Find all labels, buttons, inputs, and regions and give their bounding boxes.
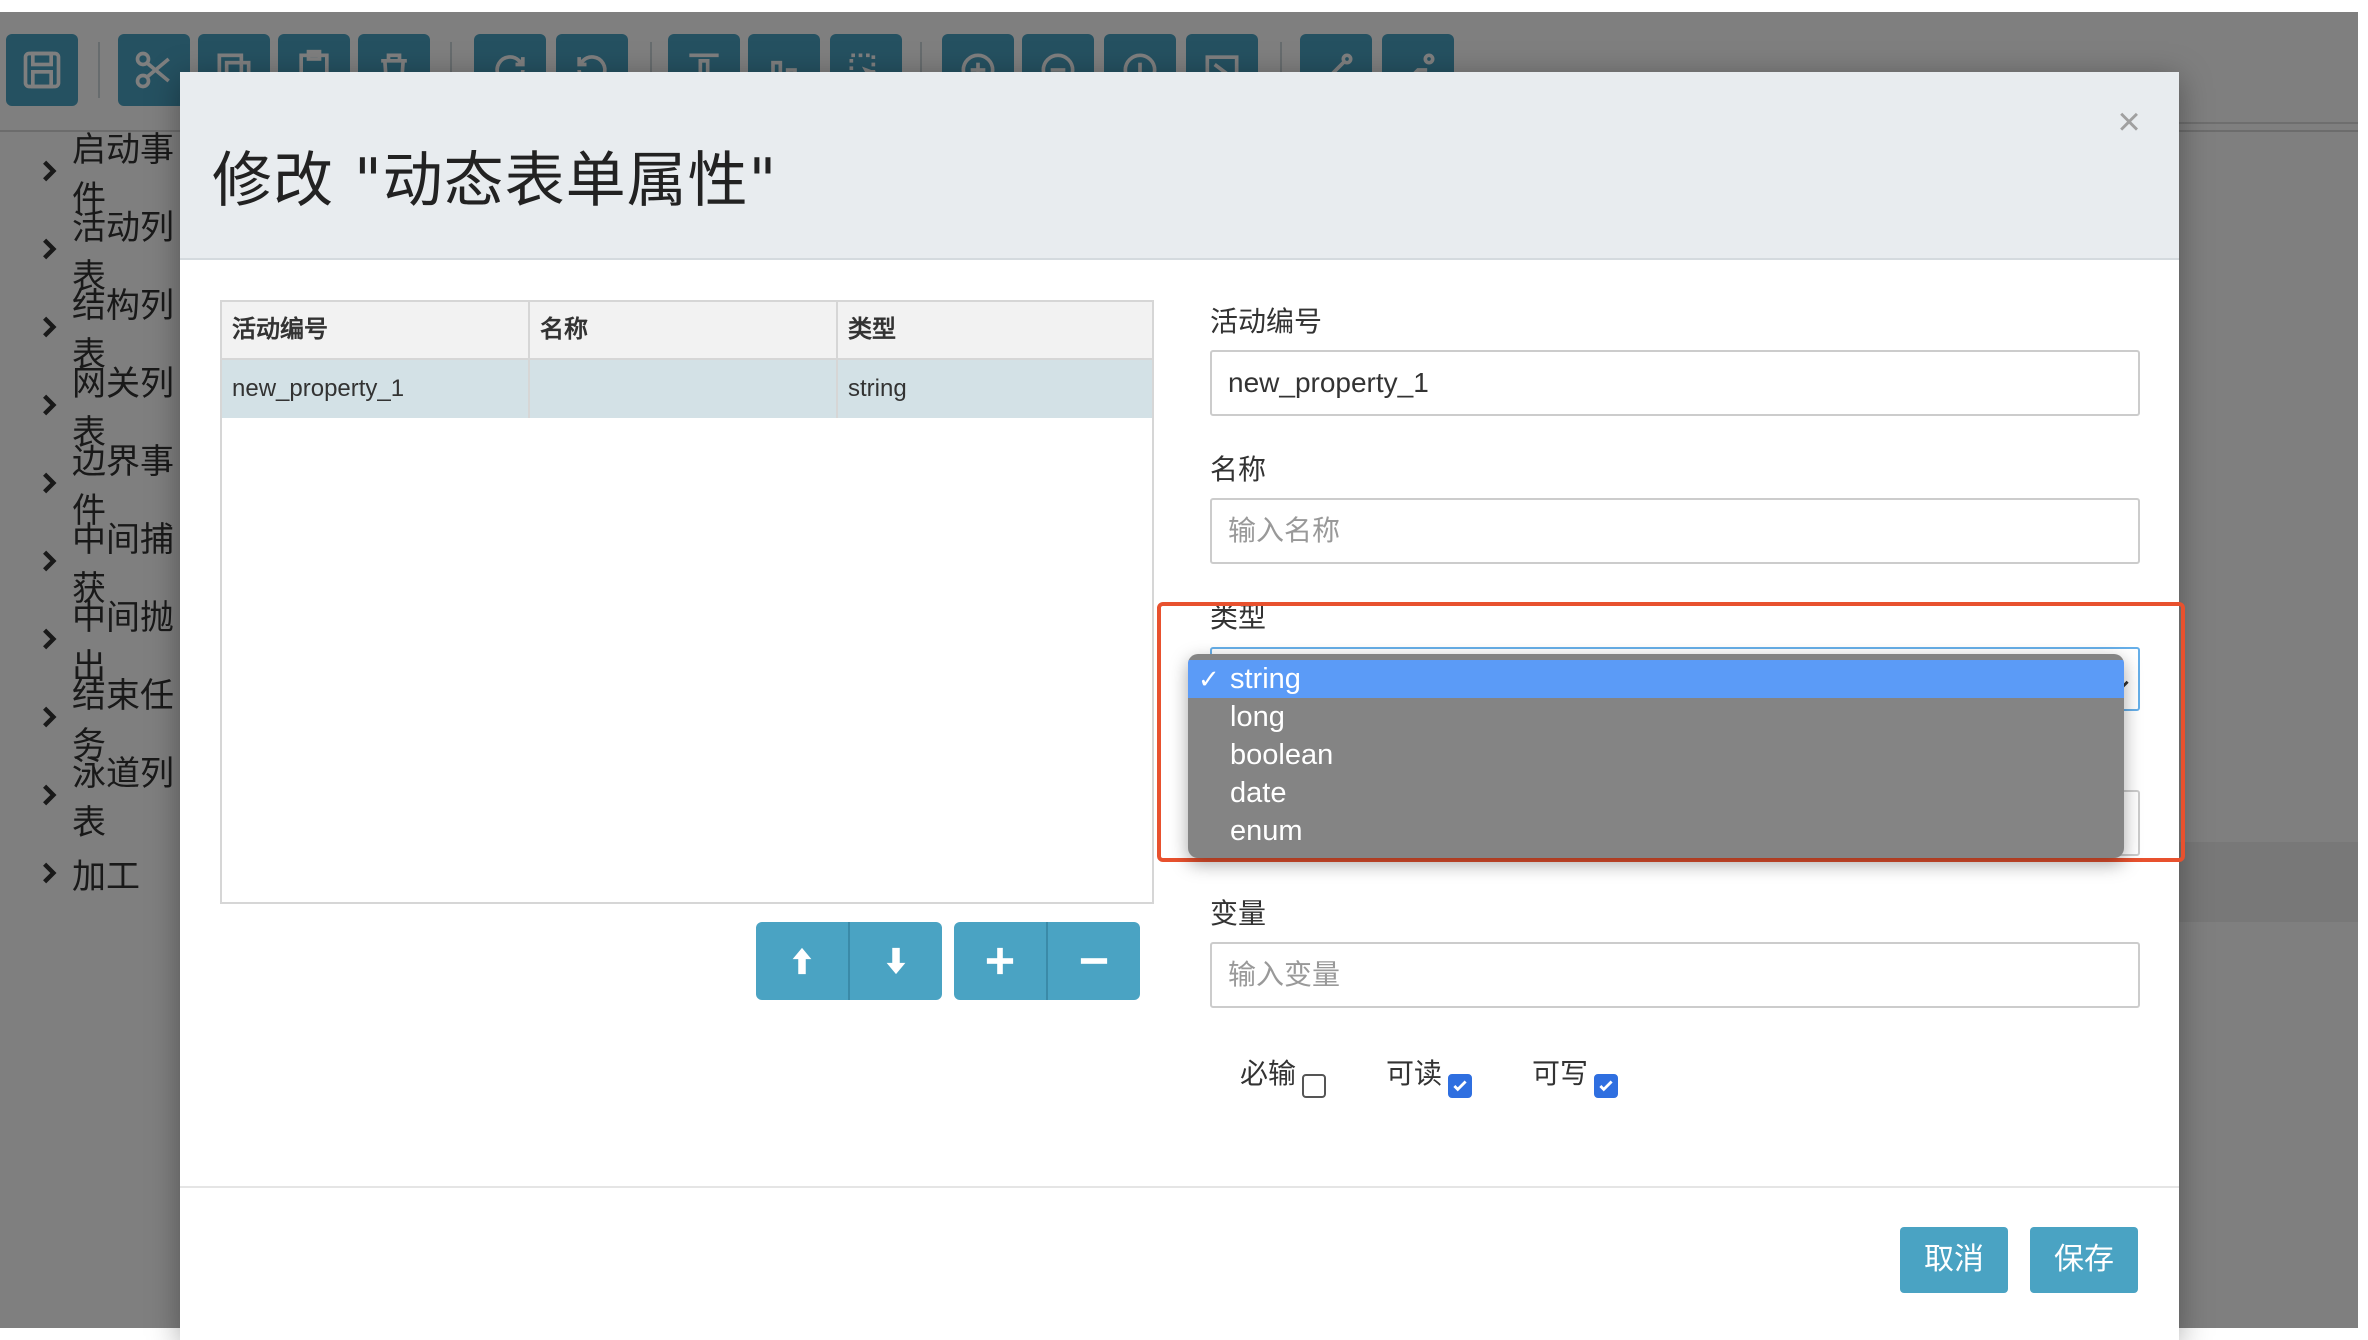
variable-label: 变量 — [1210, 898, 1267, 929]
variable-field[interactable] — [1210, 942, 2140, 1008]
column-header-type[interactable]: 类型 — [838, 302, 1148, 358]
required-label: 必输 — [1240, 1058, 1297, 1089]
writable-option[interactable]: 可写 — [1532, 1052, 1619, 1098]
name-field[interactable] — [1210, 498, 2140, 564]
move-up-button[interactable] — [756, 922, 850, 1000]
options-checkboxes: 必输 可读 可写 — [1240, 1052, 1678, 1098]
arrow-down-icon — [886, 947, 906, 975]
readable-label: 可读 — [1386, 1058, 1443, 1089]
readable-checkbox[interactable] — [1448, 1074, 1473, 1098]
close-icon[interactable]: × — [2109, 102, 2149, 142]
type-option-date[interactable]: date — [1188, 774, 2124, 812]
properties-table: 活动编号 名称 类型 new_property_1 string — [220, 300, 1154, 904]
dialog-header: 修改 "动态表单属性" × — [180, 72, 2179, 260]
dialog-footer-divider — [180, 1186, 2179, 1188]
required-checkbox[interactable] — [1302, 1074, 1327, 1098]
table-row[interactable]: new_property_1 string — [222, 360, 1152, 418]
name-label: 名称 — [1210, 454, 1267, 485]
type-option-string[interactable]: ✓ string — [1188, 660, 2124, 698]
dialog-title: 修改 "动态表单属性" — [212, 146, 778, 216]
cell-type: string — [848, 375, 907, 402]
save-button[interactable]: 保存 — [2030, 1227, 2138, 1293]
minus-icon — [1080, 958, 1108, 964]
arrow-up-icon — [792, 947, 812, 975]
check-icon — [1453, 1080, 1467, 1092]
column-header-id[interactable]: 活动编号 — [222, 302, 530, 358]
add-property-button[interactable] — [954, 922, 1048, 1000]
writable-label: 可写 — [1532, 1058, 1589, 1089]
id-label: 活动编号 — [1210, 306, 1323, 337]
plus-icon — [986, 947, 1014, 975]
readable-option[interactable]: 可读 — [1386, 1052, 1473, 1098]
type-option-boolean[interactable]: boolean — [1188, 736, 2124, 774]
cancel-button[interactable]: 取消 — [1900, 1227, 2008, 1293]
required-option[interactable]: 必输 — [1240, 1052, 1327, 1098]
cell-name — [530, 360, 838, 418]
type-option-long[interactable]: long — [1188, 698, 2124, 736]
type-dropdown-menu: ✓ string long boolean date enum — [1188, 654, 2124, 858]
table-actions — [756, 922, 1152, 1000]
remove-property-button[interactable] — [1048, 922, 1140, 1000]
cell-id: new_property_1 — [222, 360, 530, 418]
type-option-enum[interactable]: enum — [1188, 812, 2124, 850]
check-icon — [1599, 1080, 1613, 1092]
table-header: 活动编号 名称 类型 — [222, 302, 1152, 360]
writable-checkbox[interactable] — [1594, 1074, 1619, 1098]
column-header-name[interactable]: 名称 — [530, 302, 838, 358]
move-down-button[interactable] — [850, 922, 942, 1000]
id-field[interactable] — [1210, 350, 2140, 416]
checkmark-icon: ✓ — [1198, 664, 1220, 694]
